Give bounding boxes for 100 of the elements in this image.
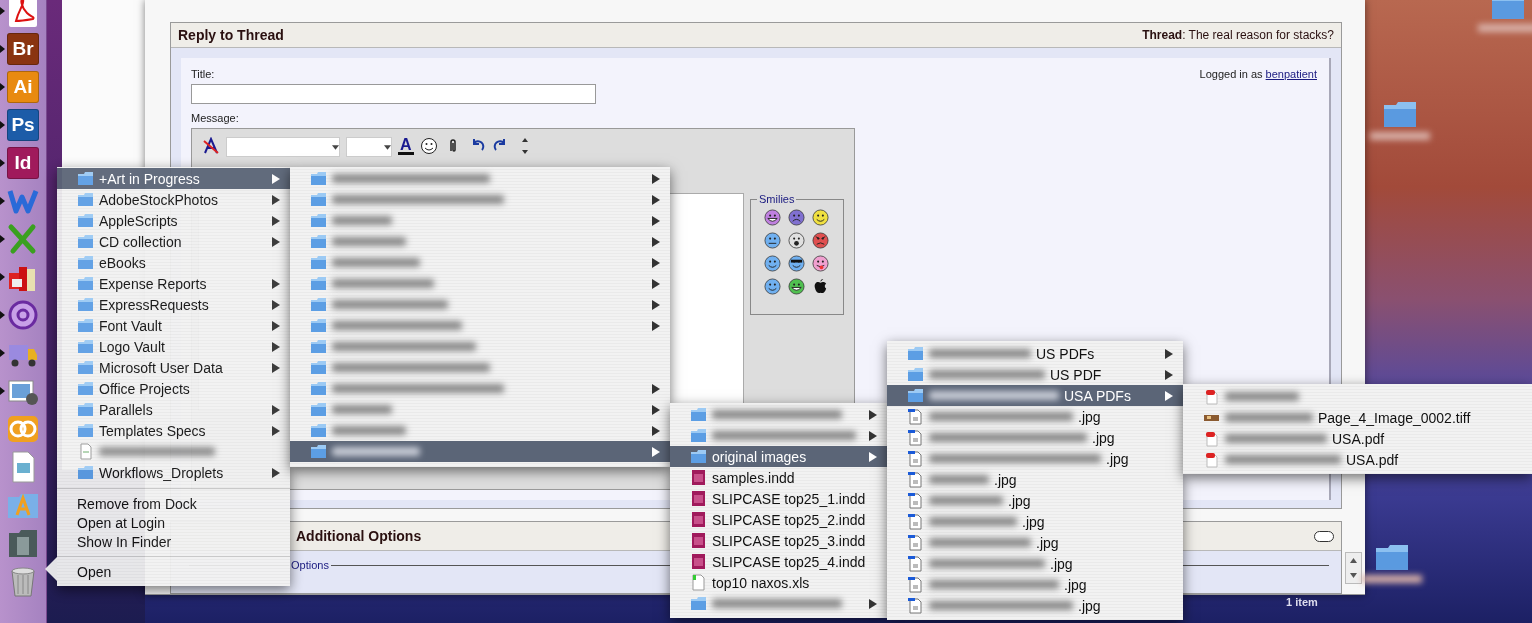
document-icon[interactable] [7,0,39,27]
image-file-icon [907,576,924,593]
menu-item[interactable]: Open [57,562,290,581]
menu-item[interactable]: US PDF [887,364,1183,385]
menu-item[interactable]: +Art in Progress [57,168,290,189]
apple-icon[interactable] [812,278,829,295]
smiley-icon[interactable] [788,255,805,272]
menu-item[interactable]: Show In Finder [57,532,290,551]
folder-icon[interactable] [1383,100,1417,128]
menu-item[interactable]: .jpg [887,448,1183,469]
menu-item[interactable]: Logo Vault [57,336,290,357]
menu-item[interactable]: CD collection [57,231,290,252]
menu-item[interactable]: Remove from Dock [57,494,290,513]
menu-item[interactable]: .jpg [887,532,1183,553]
smiley-icon[interactable] [419,137,438,155]
folder-icon [690,427,707,444]
folder-icon [77,233,94,250]
menu-item[interactable]: Templates Specs [57,420,290,441]
image-file-icon [907,555,924,572]
image-file-icon [907,450,924,467]
menu-item[interactable]: .jpg [887,406,1183,427]
linked-rings-icon[interactable] [7,413,39,445]
image-file-icon [907,492,924,509]
menu-item[interactable]: AdobeStockPhotos [57,189,290,210]
menu-item[interactable]: SLIPCASE top25_3.indd [670,530,887,551]
folder-icon [310,191,327,208]
clear-format-icon[interactable] [202,137,220,155]
menu-item[interactable]: Page_4_Image_0002.tiff [1183,407,1532,428]
menu-item[interactable]: Microsoft User Data [57,357,290,378]
folder-icon [310,254,327,271]
image-file-icon [907,429,924,446]
menu-item[interactable]: eBooks [57,252,290,273]
smiley-icon[interactable] [764,209,781,226]
document-icon [690,469,707,486]
stack-folder-icon[interactable] [7,527,39,559]
folder-icon [77,296,94,313]
folder-icon [77,317,94,334]
folder-icon [77,170,94,187]
smiley-icon[interactable] [788,232,805,249]
menu-item[interactable]: .jpg [887,574,1183,595]
smiley-icon[interactable] [788,209,805,226]
folder-icon [77,359,94,376]
menu-item[interactable]: Expense Reports [57,273,290,294]
menu-item[interactable]: Open at Login [57,513,290,532]
text-color-button[interactable]: A [398,137,414,155]
menu-item[interactable]: Font Vault [57,315,290,336]
folder-icon [907,387,924,404]
menu-item[interactable]: AppleScripts [57,210,290,231]
font-dropdown[interactable] [226,137,340,157]
menu-item[interactable]: SLIPCASE top25_4.indd [670,551,887,572]
title-field[interactable] [191,84,596,104]
menu-item[interactable]: ExpressRequests [57,294,290,315]
menu-item[interactable]: .jpg [887,490,1183,511]
folder-icon [690,406,707,423]
scroll-down-icon[interactable] [1350,573,1357,578]
folder-icon [690,448,707,465]
smiley-icon[interactable] [764,232,781,249]
menu-item[interactable]: USA.pdf [1183,428,1532,449]
image-file-icon [907,534,924,551]
app-icon[interactable]: Br [7,33,39,65]
folder-icon [77,464,94,481]
menu-item[interactable]: SLIPCASE top25_1.indd [670,488,887,509]
menu-item[interactable]: top10 naxos.xls [670,572,887,593]
image-file-icon [907,408,924,425]
menu-item[interactable]: .jpg [887,553,1183,574]
document-icon [690,532,707,549]
folder-icon [77,401,94,418]
app-icon[interactable]: Ps [7,109,39,141]
menu-item[interactable] [290,441,670,462]
blurred-label [1370,132,1430,140]
menu-item[interactable]: Parallels [57,399,290,420]
scrollbar[interactable] [1345,552,1362,584]
collapse-button[interactable] [1314,530,1334,542]
username-link[interactable]: benpatient [1265,68,1317,80]
menu-item[interactable]: .jpg [887,469,1183,490]
blurred-label [1478,24,1532,32]
menu-item[interactable]: original images [670,446,887,467]
scroll-up-icon[interactable] [1350,558,1357,563]
menu-item[interactable]: Workflows_Droplets [57,462,290,483]
panel-title: Reply to Thread [178,27,284,43]
menu-item[interactable]: USA PDFs [887,385,1183,406]
menu-item[interactable]: .jpg [887,427,1183,448]
menu-item[interactable]: Office Projects [57,378,290,399]
document-icon [77,443,94,460]
menu-item[interactable]: SLIPCASE top25_2.indd [670,509,887,530]
menu-item[interactable]: US PDFs [887,343,1183,364]
menu-item[interactable]: USA.pdf [1183,449,1532,470]
login-status: Logged in as benpatient [1199,68,1317,80]
app-icon[interactable]: Id [7,147,39,179]
size-dropdown[interactable] [346,137,392,157]
smiley-icon[interactable] [788,278,805,295]
smiley-icon[interactable] [812,255,829,272]
menu-item[interactable]: .jpg [887,511,1183,532]
menu-item[interactable]: .jpg [887,595,1183,616]
image-file-icon [907,471,924,488]
item-count: 1 item [1286,596,1318,608]
smiley-icon[interactable] [812,232,829,249]
thread-title: Thread: The real reason for stacks? [1142,28,1334,42]
folder-icon[interactable] [1375,543,1409,571]
menu-item[interactable]: samples.indd [670,467,887,488]
